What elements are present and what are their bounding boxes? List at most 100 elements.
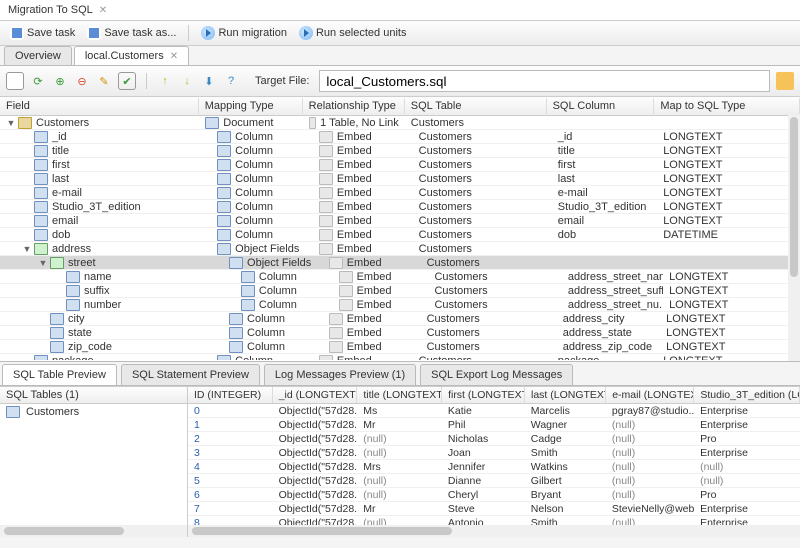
tab-overview[interactable]: Overview <box>4 46 72 65</box>
grid-row[interactable]: firstColumnEmbedCustomersfirstLONGTEXT <box>0 158 800 172</box>
grid-row[interactable]: Studio_3T_editionColumnEmbedCustomersStu… <box>0 200 800 214</box>
sqltable-cell: Customers <box>413 187 552 199</box>
relationship-cell: Embed <box>313 187 413 199</box>
sqlcolumn-cell: address_state <box>557 327 660 339</box>
mapping-icon <box>241 285 255 297</box>
scrollbar-thumb[interactable] <box>790 117 798 277</box>
grid-row[interactable]: ▼streetObject FieldsEmbedCustomers <box>0 256 800 270</box>
grid-row[interactable]: zip_codeColumnEmbedCustomersaddress_zip_… <box>0 340 800 354</box>
grid-row[interactable]: suffixColumnEmbedCustomersaddress_street… <box>0 284 800 298</box>
grid-row[interactable]: cityColumnEmbedCustomersaddress_cityLONG… <box>0 312 800 326</box>
relationship-icon <box>319 173 333 185</box>
grid-row[interactable]: ▼addressObject FieldsEmbedCustomers <box>0 242 800 256</box>
vertical-scrollbar[interactable] <box>788 115 800 361</box>
sql-table-item[interactable]: Customers <box>0 404 187 420</box>
save-as-icon <box>87 26 101 40</box>
import-icon[interactable]: ⬇ <box>201 73 217 89</box>
mapping-cell: Document <box>199 117 303 129</box>
apply-icon[interactable]: ✔ <box>118 72 136 90</box>
cell-oid: ObjectId("57d28... <box>273 489 358 501</box>
dh-edition[interactable]: Studio_3T_edition (LO <box>694 387 800 403</box>
h-scrollbar-left[interactable] <box>0 525 187 537</box>
help-icon[interactable]: ? <box>223 73 239 89</box>
tab-log-messages[interactable]: Log Messages Preview (1) <box>264 364 416 385</box>
grid-row[interactable]: _idColumnEmbedCustomers_idLONGTEXT <box>0 130 800 144</box>
run-migration-button[interactable]: Run migration <box>197 24 290 42</box>
field-type-icon <box>18 117 32 129</box>
save-task-button[interactable]: Save task <box>6 24 79 42</box>
sqltype-cell: LONGTEXT <box>660 327 800 339</box>
relationship-icon <box>329 341 343 353</box>
grid-row[interactable]: lastColumnEmbedCustomerslastLONGTEXT <box>0 172 800 186</box>
scrollbar-thumb[interactable] <box>4 527 124 535</box>
dh-oid[interactable]: _id (LONGTEXT) <box>273 387 358 403</box>
mapping-cell: Column <box>211 229 313 241</box>
expand-icon[interactable]: ▼ <box>6 118 16 128</box>
mapping-cell: Column <box>211 173 313 185</box>
cell-first: Jennifer <box>442 461 525 473</box>
grid-header: Field Mapping Type Relationship Type SQL… <box>0 97 800 116</box>
close-icon[interactable]: ✕ <box>99 5 107 16</box>
field-cell: dob <box>0 229 211 241</box>
expand-icon[interactable]: ▼ <box>22 244 32 254</box>
h-scrollbar-data[interactable] <box>188 525 800 537</box>
data-row[interactable]: 0ObjectId("57d28...MsKatieMarcelispgray8… <box>188 404 800 418</box>
data-row[interactable]: 4ObjectId("57d28...MrsJenniferWatkins(nu… <box>188 460 800 474</box>
remove-icon[interactable]: ⊖ <box>74 73 90 89</box>
col-sql-column[interactable]: SQL Column <box>547 98 655 114</box>
data-row[interactable]: 2ObjectId("57d28...(null)NicholasCadge(n… <box>188 432 800 446</box>
close-tab-icon[interactable]: ✕ <box>170 51 178 62</box>
data-row[interactable]: 1ObjectId("57d28...MrPhilWagner(null)Ent… <box>188 418 800 432</box>
expand-icon[interactable]: ▼ <box>38 258 48 268</box>
add-icon[interactable]: ⊕ <box>52 73 68 89</box>
tab-sql-table-preview[interactable]: SQL Table Preview <box>2 364 117 385</box>
grid-row[interactable]: packageColumnEmbedCustomerspackageLONGTE… <box>0 354 800 360</box>
cell-id: 1 <box>188 419 273 431</box>
sqlcolumn-cell: dob <box>552 229 657 241</box>
run-selected-button[interactable]: Run selected units <box>295 24 411 42</box>
down-arrow-icon[interactable]: ↓ <box>179 73 195 89</box>
field-cell: ▼address <box>0 243 211 255</box>
field-cell: city <box>0 313 223 325</box>
cell-oid: ObjectId("57d28... <box>273 419 358 431</box>
grid-row[interactable]: stateColumnEmbedCustomersaddress_stateLO… <box>0 326 800 340</box>
run-icon <box>201 26 215 40</box>
browse-file-icon[interactable] <box>776 72 794 90</box>
col-sql-table[interactable]: SQL Table <box>405 98 547 114</box>
up-arrow-icon[interactable]: ↑ <box>157 73 173 89</box>
data-row[interactable]: 3ObjectId("57d28...(null)JoanSmith(null)… <box>188 446 800 460</box>
scrollbar-thumb[interactable] <box>192 527 452 535</box>
grid-row[interactable]: dobColumnEmbedCustomersdobDATETIME <box>0 228 800 242</box>
edit-icon[interactable]: ✎ <box>96 73 112 89</box>
dh-id[interactable]: ID (INTEGER) <box>188 387 273 403</box>
dh-last[interactable]: last (LONGTEXT) <box>525 387 606 403</box>
dh-first[interactable]: first (LONGTEXT) <box>442 387 525 403</box>
col-field[interactable]: Field <box>0 98 199 114</box>
refresh-icon[interactable]: ⟳ <box>30 73 46 89</box>
col-mapping-type[interactable]: Mapping Type <box>199 98 303 114</box>
checkbox-icon[interactable] <box>6 72 24 90</box>
save-task-as-button[interactable]: Save task as... <box>83 24 180 42</box>
data-row[interactable]: 6ObjectId("57d28...(null)CherylBryant(nu… <box>188 488 800 502</box>
dh-title[interactable]: title (LONGTEXT) <box>357 387 442 403</box>
grid-row[interactable]: emailColumnEmbedCustomersemailLONGTEXT <box>0 214 800 228</box>
grid-row[interactable]: e-mailColumnEmbedCustomerse-mailLONGTEXT <box>0 186 800 200</box>
grid-row[interactable]: ▼CustomersDocument1 Table, No LinkCustom… <box>0 116 800 130</box>
data-row[interactable]: 5ObjectId("57d28...(null)DianneGilbert(n… <box>188 474 800 488</box>
col-relationship[interactable]: Relationship Type <box>303 98 405 114</box>
relationship-cell: Embed <box>323 313 421 325</box>
grid-row[interactable]: nameColumnEmbedCustomersaddress_street_n… <box>0 270 800 284</box>
grid-row[interactable]: titleColumnEmbedCustomerstitleLONGTEXT <box>0 144 800 158</box>
tab-customers[interactable]: local.Customers✕ <box>74 46 189 65</box>
sqltype-cell: LONGTEXT <box>657 201 800 213</box>
tab-export-log[interactable]: SQL Export Log Messages <box>420 364 573 385</box>
tab-sql-statement-preview[interactable]: SQL Statement Preview <box>121 364 260 385</box>
grid-row[interactable]: numberColumnEmbedCustomersaddress_street… <box>0 298 800 312</box>
col-sql-type[interactable]: Map to SQL Type <box>654 98 800 114</box>
relationship-cell: Embed <box>313 243 413 255</box>
dh-email[interactable]: e-mail (LONGTEXT) <box>606 387 694 403</box>
field-cell: number <box>0 299 235 311</box>
target-file-input[interactable] <box>319 70 770 92</box>
relationship-cell: 1 Table, No Link <box>303 117 405 129</box>
data-row[interactable]: 7ObjectId("57d28...MrSteveNelsonStevieNe… <box>188 502 800 516</box>
